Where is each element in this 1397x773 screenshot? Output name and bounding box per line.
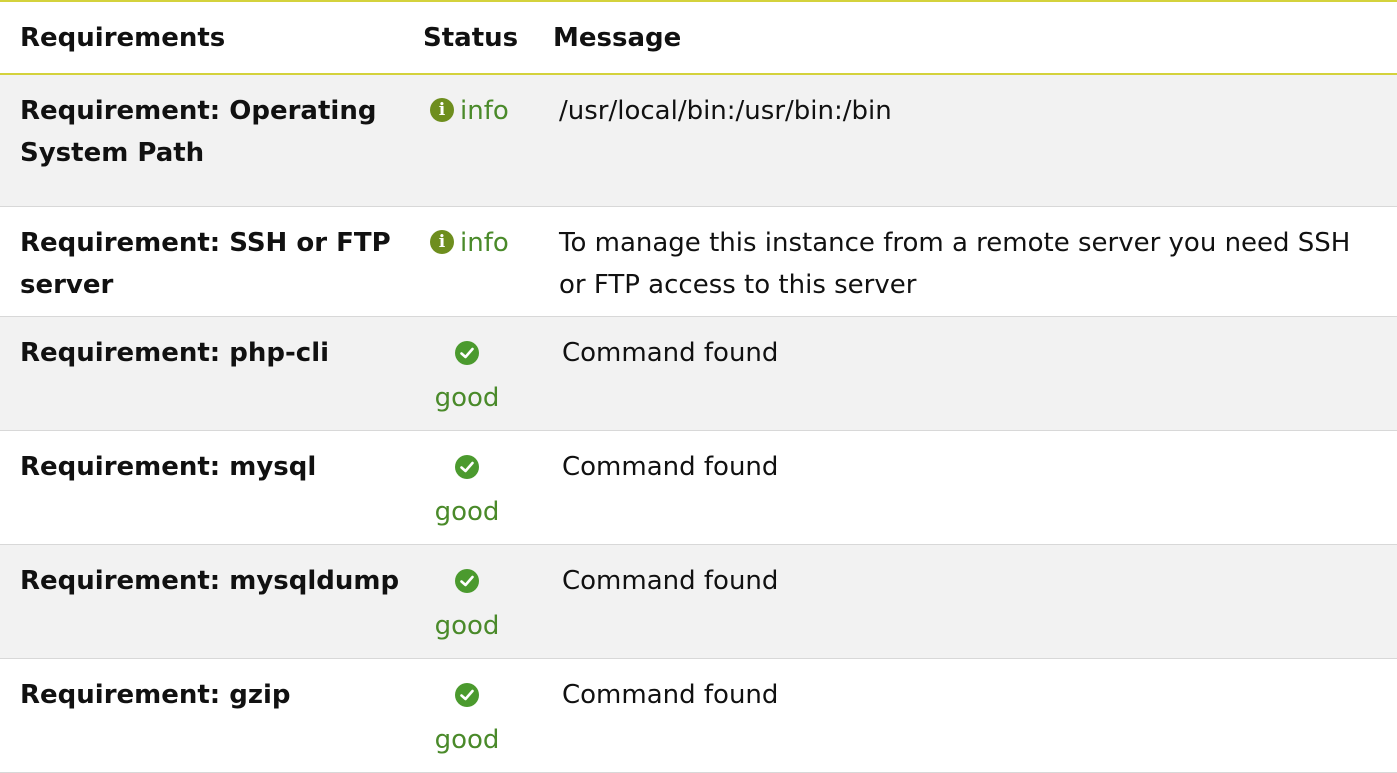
requirement-name: Requirement: mysql [20,451,317,482]
check-circle-icon [455,340,479,365]
column-header-status: Status [412,2,548,75]
message-text: Command found [562,679,779,710]
check-circle-icon [455,682,479,707]
message-text: Command found [562,451,779,482]
requirement-name: Requirement: mysqldump [20,565,400,596]
message-text: Command found [562,565,779,596]
status-cell: info [412,74,548,206]
table-row: Requirement: php-cli good Command found [0,316,1397,430]
table-row: Requirement: mysql good Command found [0,430,1397,544]
status-cell: good [412,544,548,658]
message-text: To manage this instance from a remote se… [559,227,1351,300]
column-header-message: Message [548,2,1397,75]
status-text: info [460,227,509,258]
table-row: Requirement: mysqldump good Command foun… [0,544,1397,658]
info-icon [430,229,454,254]
requirement-name: Requirement: gzip [20,679,291,710]
column-header-requirements: Requirements [0,2,412,75]
status-text: good [434,610,500,641]
table-row: Requirement: SSH or FTP server info To m… [0,206,1397,316]
status-cell: info [412,206,548,316]
table-row: Requirement: Operating System Path info … [0,74,1397,206]
status-text: good [434,724,500,755]
status-cell: good [412,316,548,430]
requirements-table: Requirements Status Message Requirement:… [0,2,1397,773]
table-header-row: Requirements Status Message [0,2,1397,75]
table-row: Requirement: gzip good Command found [0,658,1397,772]
check-circle-icon [455,568,479,593]
check-circle-icon [455,454,479,479]
status-text: good [434,496,500,527]
info-icon [430,98,454,122]
status-text: info [460,96,509,126]
status-text: good [434,382,500,413]
requirement-name: Requirement: php-cli [20,337,330,368]
message-text: Command found [562,337,779,368]
status-cell: good [412,430,548,544]
status-cell: good [412,658,548,772]
message-text: /usr/local/bin:/usr/bin:/bin [559,96,892,126]
requirement-name: Requirement: Operating System Path [20,96,377,168]
requirement-name: Requirement: SSH or FTP server [20,227,391,300]
